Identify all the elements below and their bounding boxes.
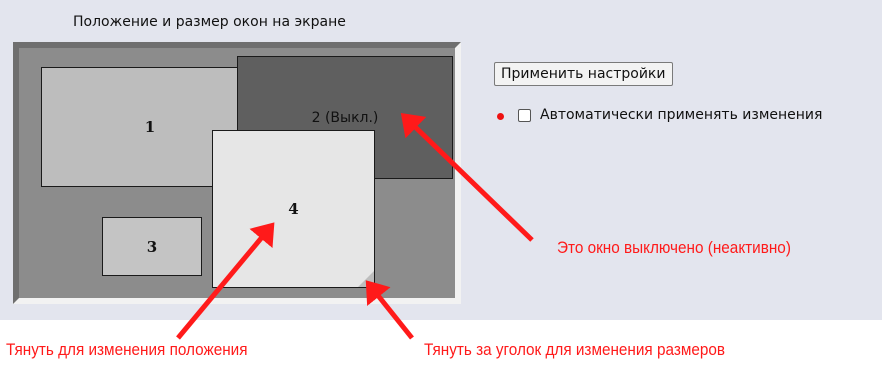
arrow-to-disabled-window bbox=[400, 113, 534, 242]
annotation-disabled-window: Это окно выключено (неактивно) bbox=[557, 238, 791, 257]
arrow-to-resize-corner bbox=[365, 280, 414, 340]
annotation-arrows bbox=[176, 113, 534, 340]
arrow-to-window-4 bbox=[176, 222, 275, 340]
annotation-drag-move: Тянуть для изменения положения bbox=[6, 340, 248, 359]
annotation-drag-resize: Тянуть за уголок для изменения размеров bbox=[424, 340, 726, 359]
